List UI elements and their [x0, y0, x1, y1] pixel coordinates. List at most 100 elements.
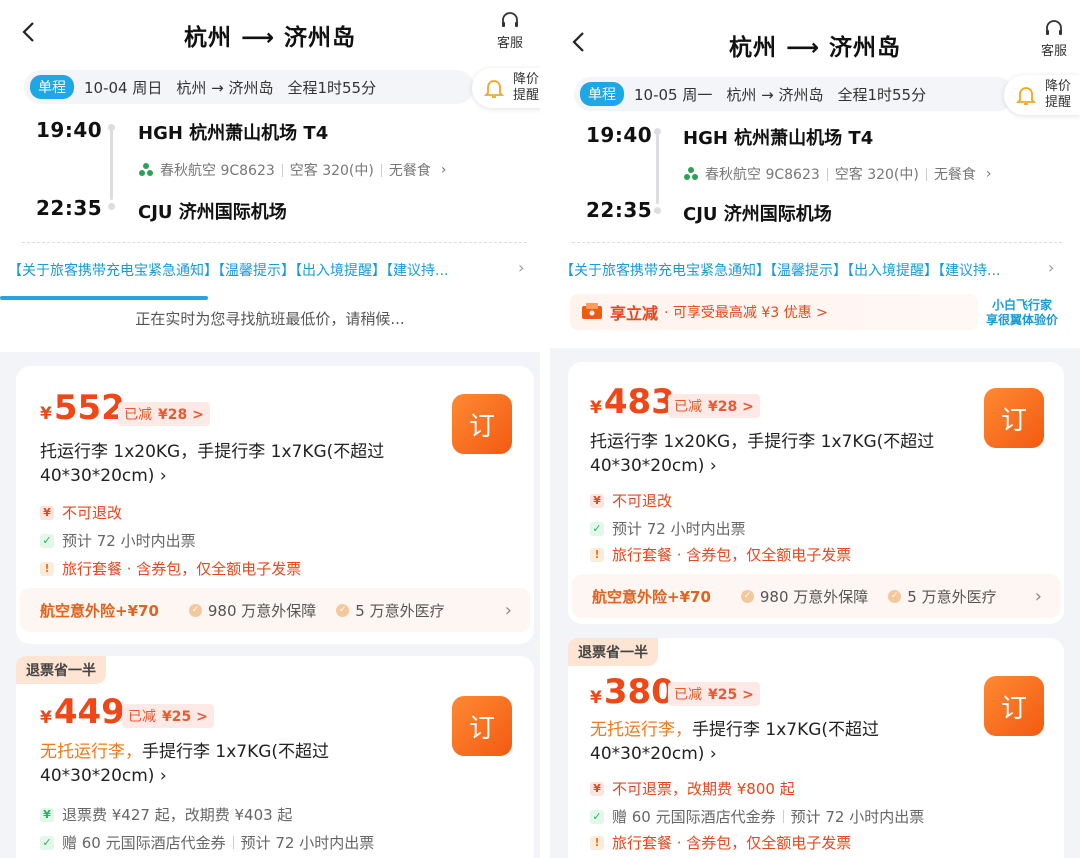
price-alert-label: 降价提醒: [1044, 79, 1071, 110]
timeline-line: [110, 130, 113, 200]
flight-detail-link[interactable]: 春秋航空 9C8623 空客 320(中) 无餐食 ›: [683, 164, 991, 184]
trip-route: 杭州 → 济州岛: [176, 78, 274, 97]
refund-text: 不可退改: [612, 492, 673, 510]
currency-symbol: ¥: [590, 398, 602, 418]
refund-text: 不可退改: [62, 504, 123, 522]
discount-badge[interactable]: 已减 ¥28 >: [118, 402, 210, 426]
divider: [281, 163, 283, 177]
check-icon: ✓: [40, 533, 54, 548]
trip-date: 10-05 周一: [634, 85, 713, 104]
baggage-info[interactable]: 无托运行李，手提行李 1x7KG(不超过 40*30*20cm) ›: [40, 740, 329, 788]
book-button[interactable]: 订: [984, 676, 1044, 736]
insurance-row[interactable]: 航空意外险+¥70 ✓ 980 万意外保障 ✓ 5 万意外医疗 ›: [20, 588, 530, 632]
trip-type-badge: 单程: [30, 75, 74, 99]
insurance-item-text: 5 万意外医疗: [355, 601, 445, 620]
offers-area: ¥ 552 已减 ¥28 > 订 托运行李 1x20KG，手提行李 1x7KG(不…: [0, 352, 540, 858]
airline-logo-icon: [139, 163, 153, 176]
discount-value: ¥25 >: [708, 687, 754, 703]
insurance-main: 航空意外险+¥70: [40, 601, 159, 620]
trip-duration: 全程1时55分: [287, 78, 377, 97]
divider: [380, 163, 382, 177]
chevron-right-icon: ›: [1048, 258, 1055, 277]
notice-banner[interactable]: 【关于旅客携带充电宝紧急通知】【温馨提示】【出入境提醒】【建议持...: [560, 260, 1040, 280]
baggage-info[interactable]: 托运行李 1x20KG，手提行李 1x7KG(不超过 40*30*20cm) ›: [40, 440, 384, 488]
exclamation-icon: !: [40, 561, 54, 576]
divider: [925, 167, 927, 181]
check-icon: ✓: [590, 521, 604, 536]
check-icon: ✓: [188, 603, 202, 617]
customer-service-button[interactable]: 客服: [490, 12, 530, 51]
discount-badge[interactable]: 已减 ¥25 >: [668, 682, 760, 706]
offer-card: 退票省一半 ¥ 449 已减 ¥25 > 订 无托运行李，手提行李 1x7KG(不…: [16, 656, 534, 858]
headset-icon: [1046, 20, 1062, 35]
ticketing-info: ✓ 预计 72 小时内出票: [590, 518, 746, 539]
customer-service-label: 客服: [496, 36, 523, 51]
flight-detail-link[interactable]: 春秋航空 9C8623 空客 320(中) 无餐食 ›: [138, 160, 446, 180]
check-icon: ✓: [40, 835, 54, 850]
airline-flight-no: 春秋航空 9C8623: [160, 163, 275, 179]
ticketing-text: 预计 72 小时内出票: [62, 532, 196, 550]
ticketing-text: 预计 72 小时内出票: [612, 520, 746, 538]
refund-half-tag: 退票省一半: [16, 656, 106, 684]
promo-title: 享立减: [610, 304, 659, 323]
yen-icon: ¥: [590, 781, 604, 796]
chevron-right-icon: ›: [518, 258, 525, 277]
promo-desc: · 可享受最高减 ¥3 优惠 >: [664, 305, 828, 321]
yen-icon: ¥: [40, 807, 54, 822]
timeline-dot: [108, 203, 115, 210]
notice-banner[interactable]: 【关于旅客携带充电宝紧急通知】【温馨提示】【出入境提醒】【建议持...: [8, 260, 508, 280]
yen-icon: ¥: [590, 493, 604, 508]
discount-label: 已减: [124, 407, 152, 423]
depart-time: 19:40: [36, 118, 103, 142]
baggage-line: 手提行李 1x7KG(不超过: [142, 742, 330, 762]
page-title: 杭州 ⟶ 济州岛: [184, 25, 356, 51]
depart-airport: HGH 杭州萧山机场 T4: [138, 123, 329, 144]
currency-symbol: ¥: [590, 688, 602, 708]
divider: [22, 242, 527, 243]
airline-logo-icon: [684, 167, 698, 180]
price-alert-button[interactable]: 降价提醒: [1004, 75, 1080, 115]
discount-badge[interactable]: 已减 ¥28 >: [668, 394, 760, 418]
customer-service-label: 客服: [1040, 44, 1067, 59]
price-value: 449: [53, 692, 125, 732]
baggage-line: 40*30*20cm) ›: [40, 766, 167, 786]
book-button[interactable]: 订: [452, 394, 512, 454]
offer-card: ¥ 552 已减 ¥28 > 订 托运行李 1x20KG，手提行李 1x7KG(不…: [16, 366, 534, 644]
check-icon: ✓: [590, 809, 604, 824]
discount-badge[interactable]: 已减 ¥25 >: [122, 704, 214, 728]
book-button[interactable]: 订: [984, 388, 1044, 448]
chevron-right-icon: ›: [985, 166, 992, 182]
baggage-info[interactable]: 无托运行李，手提行李 1x7KG(不超过 40*30*20cm) ›: [590, 718, 879, 766]
aircraft-type: 空客 320(中): [289, 163, 374, 179]
discount-value: ¥28 >: [708, 399, 754, 415]
discount-label: 已减: [674, 687, 702, 703]
offers-area: ¥ 483 已减 ¥28 > 订 托运行李 1x20KG，手提行李 1x7KG(不…: [550, 348, 1080, 858]
offer-price: ¥ 552: [40, 388, 125, 428]
customer-service-button[interactable]: 客服: [1034, 20, 1074, 59]
check-icon: ✓: [740, 589, 754, 603]
baggage-line: 40*30*20cm) ›: [590, 456, 717, 476]
promo-banner[interactable]: 享立减 · 可享受最高减 ¥3 优惠 >: [570, 294, 978, 330]
trip-info-bar: 单程 10-04 周日 杭州 → 济州岛 全程1时55分: [24, 70, 474, 104]
trip-info-bar: 单程 10-05 周一 杭州 → 济州岛 全程1时55分: [574, 77, 1014, 111]
offer-price: ¥ 380: [590, 672, 675, 712]
refund-half-tag: 退票省一半: [568, 638, 658, 666]
price-value: 483: [603, 382, 675, 422]
offer-card: ¥ 483 已减 ¥28 > 订 托运行李 1x20KG，手提行李 1x7KG(不…: [568, 362, 1064, 624]
trip-date: 10-04 周日: [84, 78, 163, 97]
promo-side-line: 小白飞行家: [992, 298, 1053, 312]
price-alert-button[interactable]: 降价提醒: [472, 68, 540, 108]
insurance-item-text: 980 万意外保障: [759, 587, 869, 606]
ticketing-info: ✓ 预计 72 小时内出票: [40, 530, 196, 551]
discount-value: ¥25 >: [162, 709, 208, 725]
aircraft-type: 空客 320(中): [834, 167, 919, 183]
book-button[interactable]: 订: [452, 696, 512, 756]
insurance-item-text: 5 万意外医疗: [907, 587, 997, 606]
insurance-item: ✓ 980 万意外保障: [188, 600, 316, 621]
package-info: ! 旅行套餐 · 含券包，仅全额电子发票: [590, 832, 851, 853]
promo-side-line: 享很翼体验价: [986, 313, 1059, 327]
refund-text: 不可退票，改期费 ¥800 起: [612, 780, 795, 798]
timeline-dot: [654, 207, 661, 214]
insurance-row[interactable]: 航空意外险+¥70 ✓ 980 万意外保障 ✓ 5 万意外医疗 ›: [572, 574, 1060, 618]
baggage-info[interactable]: 托运行李 1x20KG，手提行李 1x7KG(不超过 40*30*20cm) ›: [590, 430, 934, 478]
